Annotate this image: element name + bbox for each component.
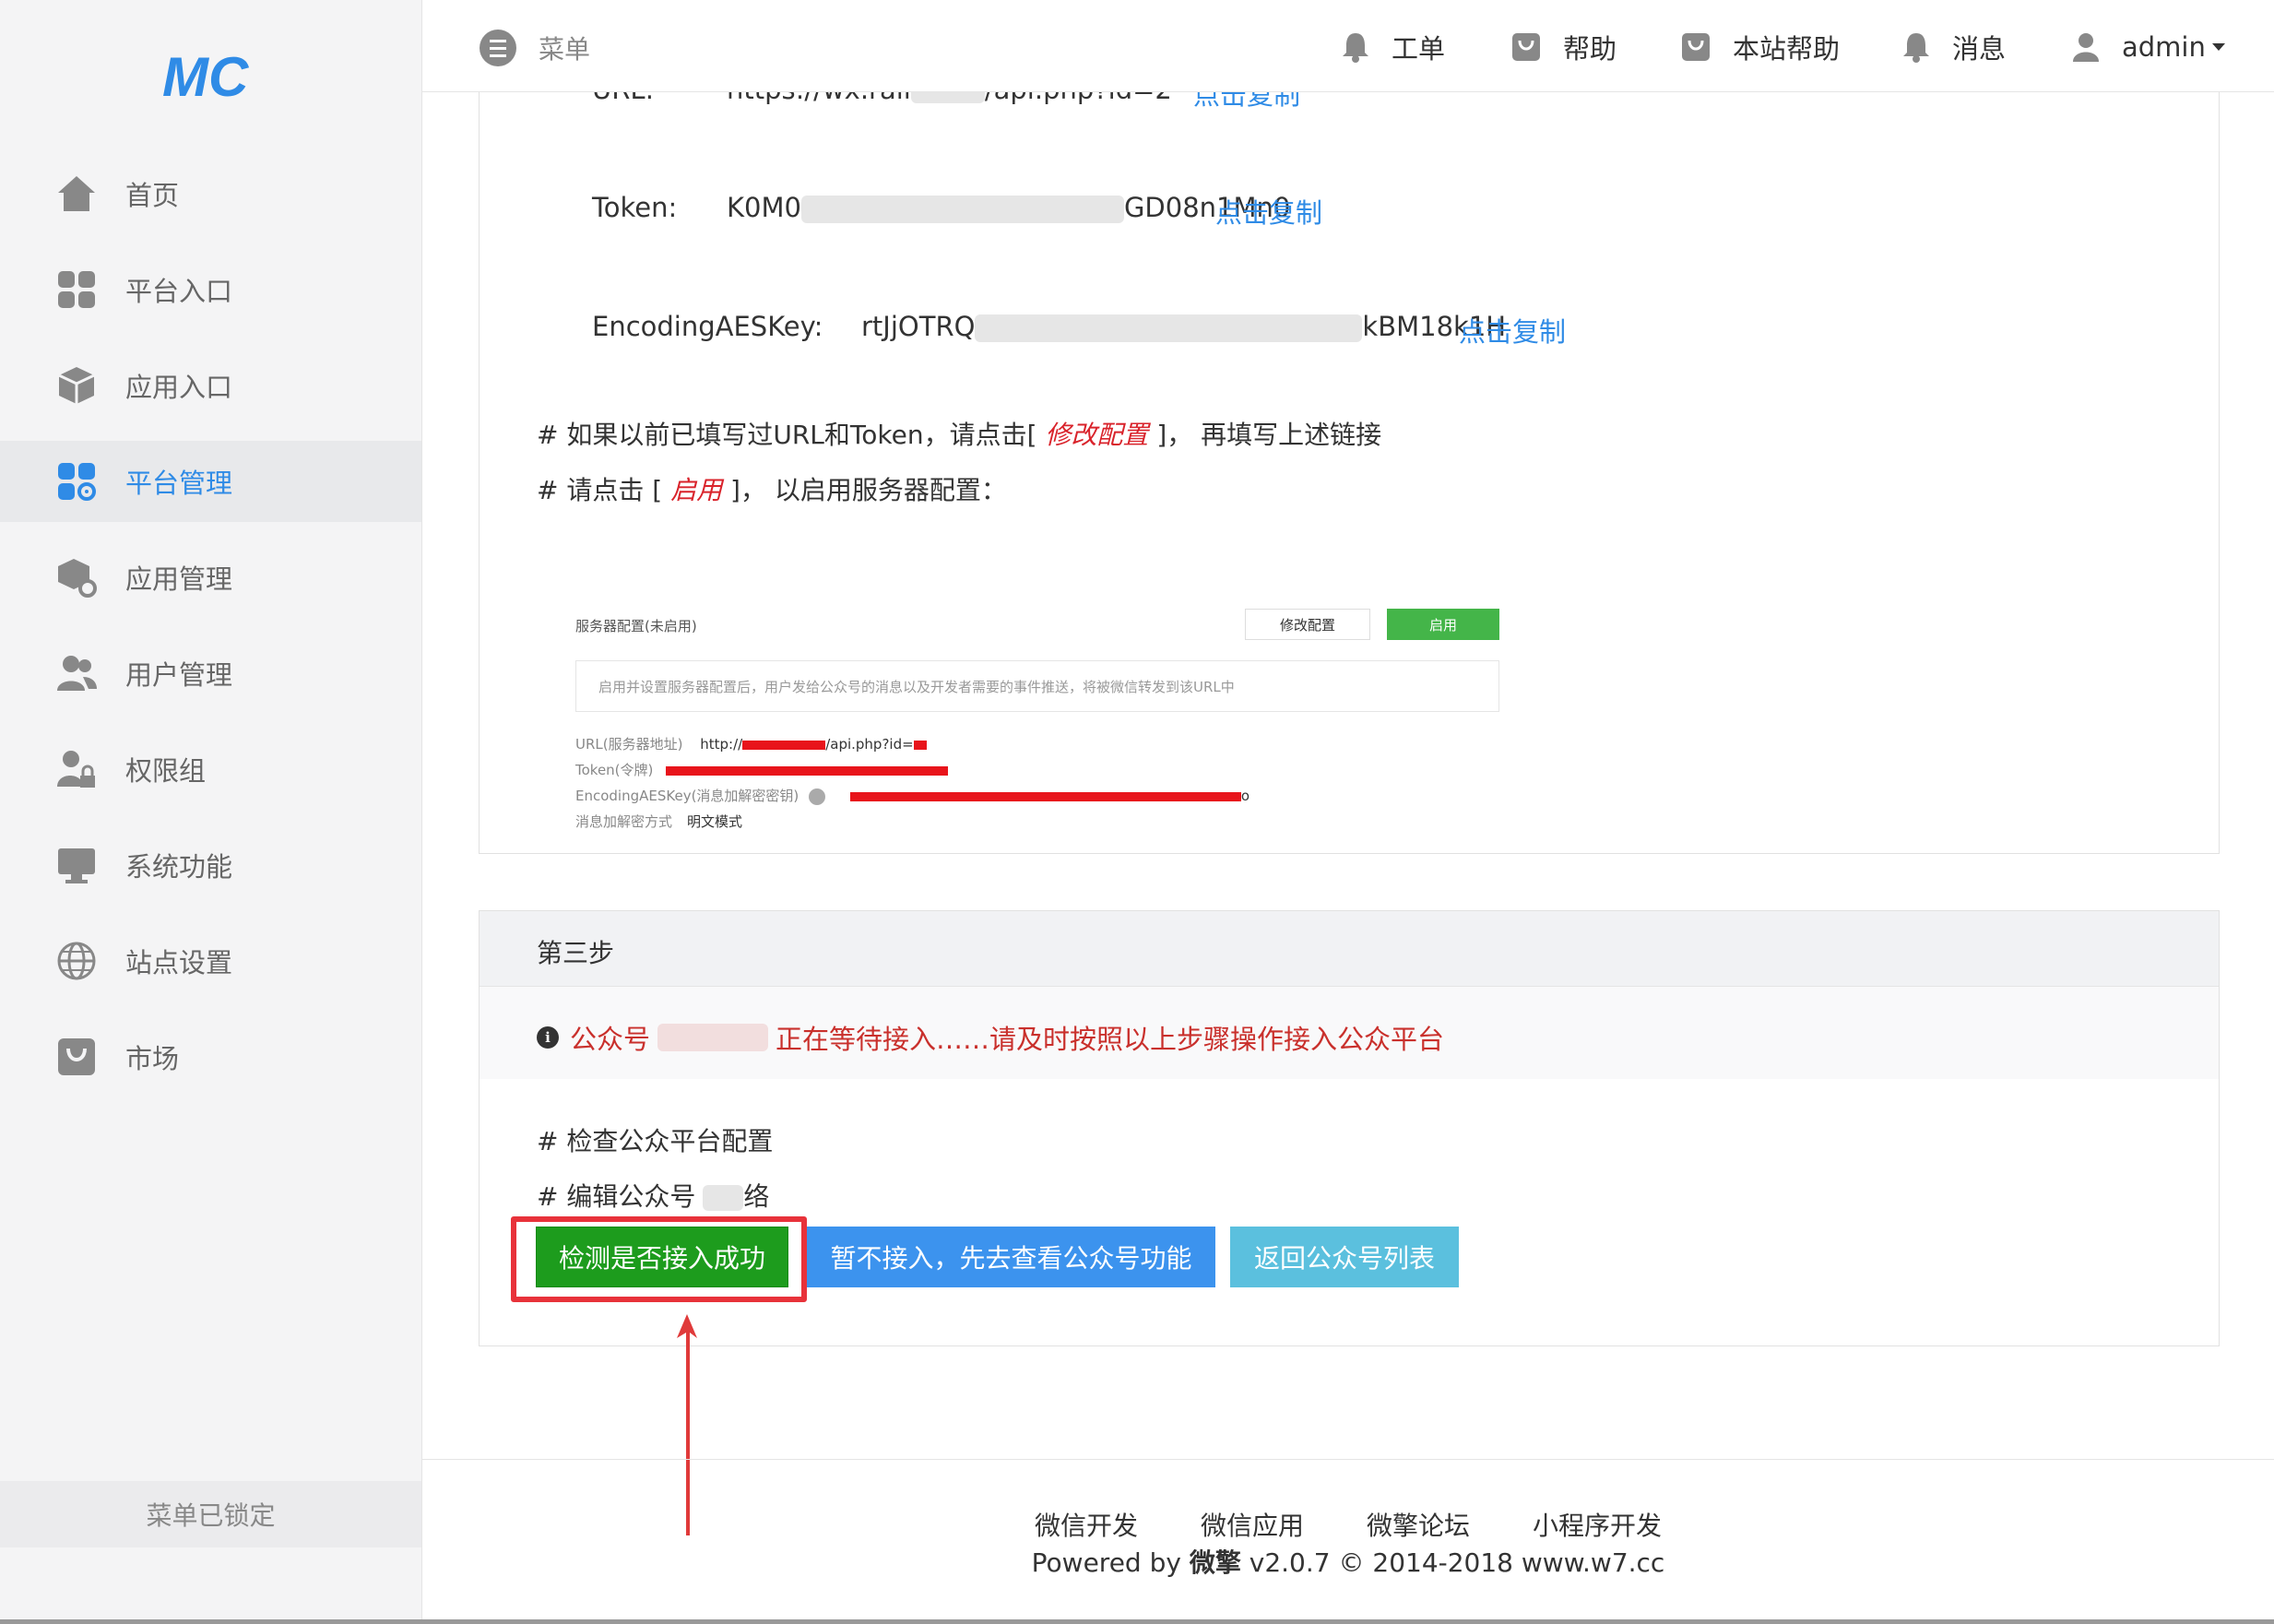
example-modify-button: 修改配置 — [1245, 609, 1370, 640]
step3-title: 第三步 — [537, 938, 615, 968]
copy-token-link[interactable]: 点击复制 — [1215, 192, 1322, 231]
header-help-link[interactable]: 帮助 — [1511, 28, 1617, 66]
alert-text-b: 正在等待接入……请及时按照以上步骤操作接入公众平台 — [776, 1024, 1445, 1055]
sidebar-item-label: 系统功能 — [125, 851, 233, 883]
sidebar-item-system[interactable]: 系统功能 — [0, 824, 421, 906]
svg-text:MC: MC — [162, 48, 250, 105]
check-connection-button[interactable]: 检测是否接入成功 — [536, 1227, 788, 1287]
footer-copyright: Powered by 微擎 v2.0.7 © 2014-2018 www.w7.… — [1031, 1547, 1665, 1578]
footer-link-wechat-dev[interactable]: 微信开发 — [1035, 1506, 1138, 1543]
bag-icon — [1682, 33, 1710, 61]
footer-link-wechat-apps[interactable]: 微信应用 — [1201, 1506, 1304, 1543]
sidebar-item-label: 首页 — [125, 180, 180, 211]
user-icon — [2073, 33, 2099, 62]
user-lock-icon — [57, 751, 95, 788]
aes-key-label: EncodingAESKey: — [592, 311, 823, 342]
cube-gear-icon — [58, 559, 97, 598]
header-item-label: 消息 — [1952, 33, 2007, 65]
edit-account-line: # 编辑公众号络 — [537, 1181, 770, 1212]
footer-link-miniprogram[interactable]: 小程序开发 — [1533, 1506, 1662, 1543]
info-icon: i — [537, 1026, 559, 1049]
header-item-label: 帮助 — [1563, 33, 1617, 65]
sidebar-item-user-management[interactable]: 用户管理 — [0, 633, 421, 714]
sidebar-item-app-management[interactable]: 应用管理 — [0, 537, 421, 618]
sidebar-item-platform-entry[interactable]: 平台入口 — [0, 249, 421, 330]
menu-toggle-label: 菜单 — [539, 34, 591, 65]
token-value: K0M0 GD08n1Mn0 — [727, 192, 1291, 223]
skip-connection-button[interactable]: 暂不接入，先去查看公众号功能 — [807, 1227, 1215, 1287]
example-token-line: Token(令牌) — [575, 760, 949, 779]
header-item-label: 本站帮助 — [1733, 33, 1841, 65]
footer-link-forum[interactable]: 微擎论坛 — [1367, 1506, 1470, 1543]
menu-locked-toggle[interactable]: 菜单已锁定 — [0, 1481, 421, 1547]
example-title: 服务器配置(未启用) — [575, 618, 697, 634]
server-config-panel: URL: https://wx.rail/api.php?id=2 点击复制 T… — [479, 55, 2220, 854]
header-site-help-link[interactable]: 本站帮助 — [1681, 28, 1840, 66]
sidebar-item-app-entry[interactable]: 应用入口 — [0, 345, 421, 426]
aes-key-value: rtJjOTRQ kBM18k1H — [861, 311, 1507, 342]
sidebar-item-label: 应用管理 — [125, 563, 233, 595]
bell-icon — [1903, 33, 1929, 63]
sidebar-item-label: 应用入口 — [125, 372, 233, 403]
bag-icon — [1512, 33, 1540, 61]
note-enable-config: # 请点击 [ 启用 ]， 以启用服务器配置： — [537, 475, 1007, 505]
sidebar-item-platform-management[interactable]: 平台管理 — [0, 441, 421, 522]
cube-icon — [58, 367, 95, 404]
step3-header: 第三步 — [480, 911, 2219, 987]
header-ticket-link[interactable]: 工单 — [1342, 28, 1445, 66]
shop-icon — [58, 1038, 95, 1075]
logo-icon[interactable]: MC — [162, 48, 258, 105]
monitor-icon — [58, 848, 95, 883]
example-aes-line: EncodingAESKey(消息加解密密钥) o — [575, 788, 1250, 805]
server-config-example-image: 服务器配置(未启用) 修改配置 启用 启用并设置服务器配置后，用户发给公众号的消… — [575, 553, 1499, 830]
sidebar: MC 首页 平台入口 应用入口 平台管理 应用管理 用户管理 权限组 系统功能 … — [0, 0, 422, 1624]
aes-key-row: EncodingAESKey: rtJjOTRQ kBM18k1H 点击复制 — [592, 311, 1566, 348]
bell-icon — [1343, 33, 1368, 63]
top-header: 菜单 工单 帮助 本站帮助 消息 admin — [422, 0, 2274, 92]
list-icon — [480, 30, 516, 66]
users-icon — [57, 656, 97, 691]
sidebar-item-label: 用户管理 — [125, 659, 233, 691]
note-modify-config: # 如果以前已填写过URL和Token，请点击[ 修改配置 ]， 再填写上述链接 — [537, 420, 1382, 450]
sidebar-item-label: 平台管理 — [125, 468, 233, 499]
window-bottom-edge — [0, 1619, 2274, 1624]
copy-aes-key-link[interactable]: 点击复制 — [1459, 311, 1566, 350]
token-row: Token: K0M0 GD08n1Mn0 点击复制 — [592, 192, 1322, 229]
header-item-label: 工单 — [1392, 33, 1446, 65]
redacted-account-name — [657, 1024, 769, 1051]
caret-down-icon — [2211, 43, 2225, 51]
sidebar-item-market[interactable]: 市场 — [0, 1016, 421, 1097]
globe-icon — [57, 942, 96, 980]
header-user-menu[interactable]: admin — [2072, 28, 2226, 66]
sidebar-item-site-settings[interactable]: 站点设置 — [0, 920, 421, 1002]
back-to-list-button[interactable]: 返回公众号列表 — [1230, 1227, 1459, 1287]
check-config-line: # 检查公众平台配置 — [537, 1126, 774, 1156]
example-mode-line: 消息加解密方式 明文模式 — [575, 813, 743, 830]
menu-toggle-button[interactable]: 菜单 — [480, 30, 590, 66]
footer-links: 微信开发 微信应用 微擎论坛 小程序开发 — [422, 1506, 2274, 1543]
home-icon — [58, 176, 95, 211]
grid-icon — [58, 271, 95, 308]
alert-text-a: 公众号 — [570, 1024, 651, 1055]
sidebar-item-permission-group[interactable]: 权限组 — [0, 729, 421, 810]
sidebar-item-label: 平台入口 — [125, 276, 233, 307]
pending-alert: i 公众号 正在等待接入……请及时按照以上步骤操作接入公众平台 — [480, 987, 2219, 1079]
example-description: 启用并设置服务器配置后，用户发给公众号的消息以及开发者需要的事件推送，将被微信转… — [575, 660, 1499, 712]
sidebar-item-label: 站点设置 — [125, 947, 233, 978]
footer: 微信开发 微信应用 微擎论坛 小程序开发 Powered by 微擎 v2.0.… — [422, 1459, 2274, 1624]
grid-gear-icon — [58, 463, 96, 501]
example-url-line: URL(服务器地址) http:///api.php?id= — [575, 734, 927, 753]
sidebar-item-label: 权限组 — [125, 755, 207, 787]
help-icon — [809, 788, 826, 805]
header-messages-link[interactable]: 消息 — [1902, 28, 2006, 66]
sidebar-item-home[interactable]: 首页 — [0, 153, 421, 234]
header-user-label: admin — [2122, 31, 2206, 63]
sidebar-item-label: 市场 — [125, 1043, 180, 1074]
token-label: Token: — [592, 192, 678, 223]
example-enable-button: 启用 — [1387, 609, 1499, 640]
